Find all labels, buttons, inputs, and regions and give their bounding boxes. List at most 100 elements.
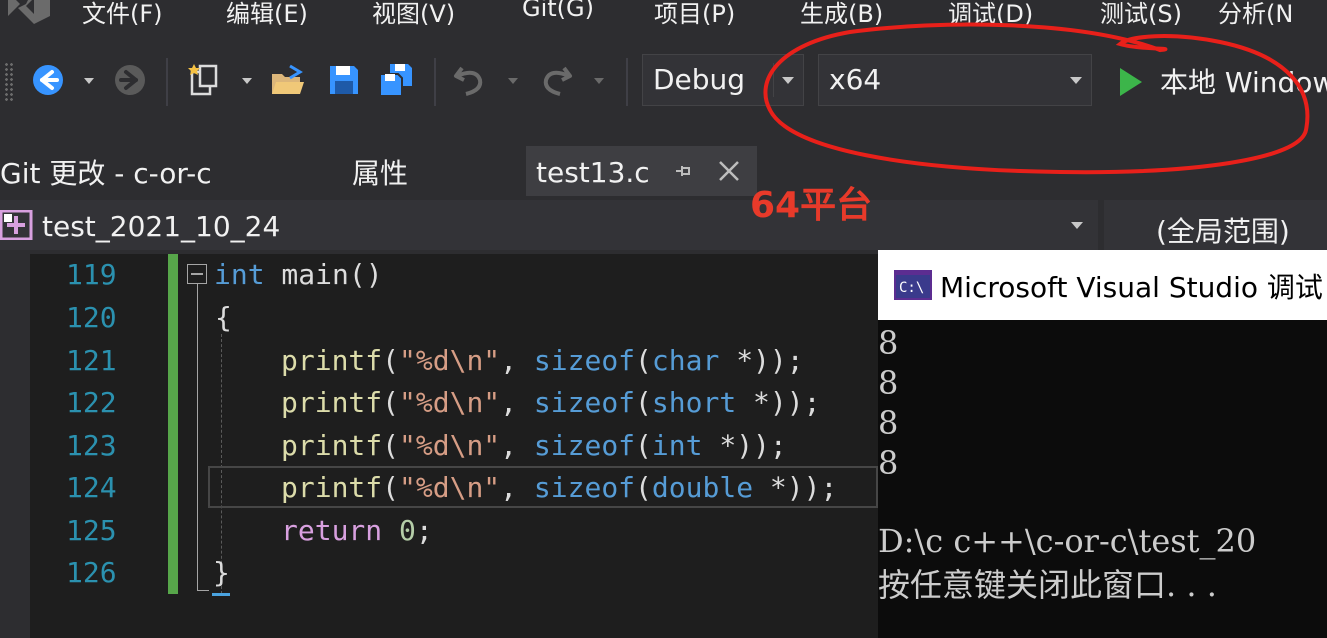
svg-text:C:\: C:\ [899,280,924,296]
code-line-123: printf("%d\n", sizeof(int *)); [281,429,787,462]
code-text: ( [382,386,400,419]
string-literal: "%d\n" [399,471,501,504]
number-literal: 0 [399,514,416,547]
undo-chevron-down-icon[interactable] [506,74,520,88]
menu-view[interactable]: 视图(V) [372,0,455,29]
code-text: main() [264,258,383,291]
scope-dropdown[interactable]: (全局范围) [1104,200,1327,250]
console-path-line: D:\c c++\c-or-c\test_20 [878,522,1257,560]
line-number: 123 [66,429,117,462]
debug-console-window[interactable]: C:\ Microsoft Visual Studio 调试 8 8 8 8 D… [878,250,1327,638]
keyword-int: int [214,258,265,291]
new-project-icon[interactable] [186,62,222,98]
code-text: , [500,429,534,462]
line-number: 120 [66,301,117,334]
code-text: ( [635,471,652,504]
tab-test13-c[interactable]: test13.c [526,146,757,196]
tab-git-changes[interactable]: Git 更改 - c-or-c [0,152,212,192]
code-line-126: } [213,556,230,589]
outline-guide-end [197,590,209,591]
code-text: ( [635,344,652,377]
redo-chevron-down-icon[interactable] [592,74,606,88]
toolbar-separator [166,58,168,106]
code-line-122: printf("%d\n", sizeof(short *)); [281,386,821,419]
back-arrow-icon[interactable] [30,62,66,98]
code-line-119: int main() [214,258,383,291]
close-icon[interactable] [716,158,742,184]
console-output-line: 8 [878,324,899,362]
change-tracking-bar [168,254,178,594]
redo-icon[interactable] [538,62,574,98]
save-all-icon[interactable] [378,62,414,98]
console-output-line: 8 [878,444,899,482]
console-output-line: 8 [878,364,899,402]
function-printf: printf [281,386,383,419]
indent-guide [221,334,222,594]
line-number: 125 [66,514,117,547]
code-text: *)); [753,471,838,504]
code-line-121: printf("%d\n", sizeof(char *)); [281,344,804,377]
keyword-return: return [281,514,383,547]
code-text: , [500,344,534,377]
string-literal: "%d\n" [399,386,501,419]
open-folder-icon[interactable] [270,62,306,98]
code-text: *)); [719,344,804,377]
navigation-bar: test_2021_10_24 (全局范围) [0,196,1327,254]
outline-guide [197,284,198,590]
forward-arrow-icon[interactable] [112,62,148,98]
save-icon[interactable] [326,62,362,98]
scope-value: (全局范围) [1156,215,1290,248]
code-text: *)); [702,429,787,462]
code-text: *)); [736,386,821,419]
code-text: , [500,471,534,504]
back-dropdown-chevron-down-icon[interactable] [82,74,96,88]
console-prompt-line: 按任意键关闭此窗口. . . [878,566,1217,604]
c-project-icon [0,209,34,241]
code-editor[interactable]: 119 120 121 122 123 124 125 126 int main… [0,254,878,638]
menu-project[interactable]: 项目(P) [654,0,735,29]
code-line-125: return 0; [281,514,433,547]
text-caret [212,593,230,596]
function-printf: printf [281,344,383,377]
menu-file[interactable]: 文件(F) [82,0,163,29]
collapse-minus-icon[interactable] [187,264,207,284]
tab-test13-c-label: test13.c [536,156,650,189]
toolbar-grip[interactable] [4,62,14,102]
code-text: ( [382,344,400,377]
editor-left-margin [0,254,30,638]
new-project-chevron-down-icon[interactable] [240,74,254,88]
keyword-type: short [651,386,737,419]
chevron-down-icon[interactable] [1062,200,1092,250]
code-text: , [500,386,534,419]
project-dropdown[interactable]: test_2021_10_24 [0,200,1098,250]
toolbar-separator [434,58,436,106]
function-printf: printf [281,429,383,462]
keyword-sizeof: sizeof [533,429,636,462]
menu-git[interactable]: Git(G) [522,0,594,22]
code-line-124: printf("%d\n", sizeof(double *)); [281,471,837,504]
project-name: test_2021_10_24 [42,210,281,243]
keyword-sizeof: sizeof [533,471,636,504]
code-text: { [215,301,232,334]
string-literal: "%d\n" [399,344,501,377]
line-number: 122 [66,386,117,419]
visual-studio-logo-icon[interactable] [0,0,56,26]
menu-edit[interactable]: 编辑(E) [226,0,308,29]
pin-icon[interactable] [672,160,694,182]
code-text: ( [382,471,400,504]
undo-icon[interactable] [452,62,488,98]
line-number: 119 [66,258,117,291]
code-text: ; [415,514,433,547]
red-annotation-circle [763,22,1310,175]
line-number: 126 [66,556,117,589]
line-number: 124 [66,471,117,504]
keyword-type: int [651,429,703,462]
string-literal: "%d\n" [399,429,501,462]
keyword-sizeof: sizeof [533,386,636,419]
toolbar-separator [626,58,628,106]
code-line-120: { [215,301,232,334]
tab-properties[interactable]: 属性 [352,152,408,192]
code-text: ( [635,429,652,462]
console-title-bar[interactable]: C:\ Microsoft Visual Studio 调试 [878,250,1327,320]
annotation-label: 64平台 [750,185,873,226]
